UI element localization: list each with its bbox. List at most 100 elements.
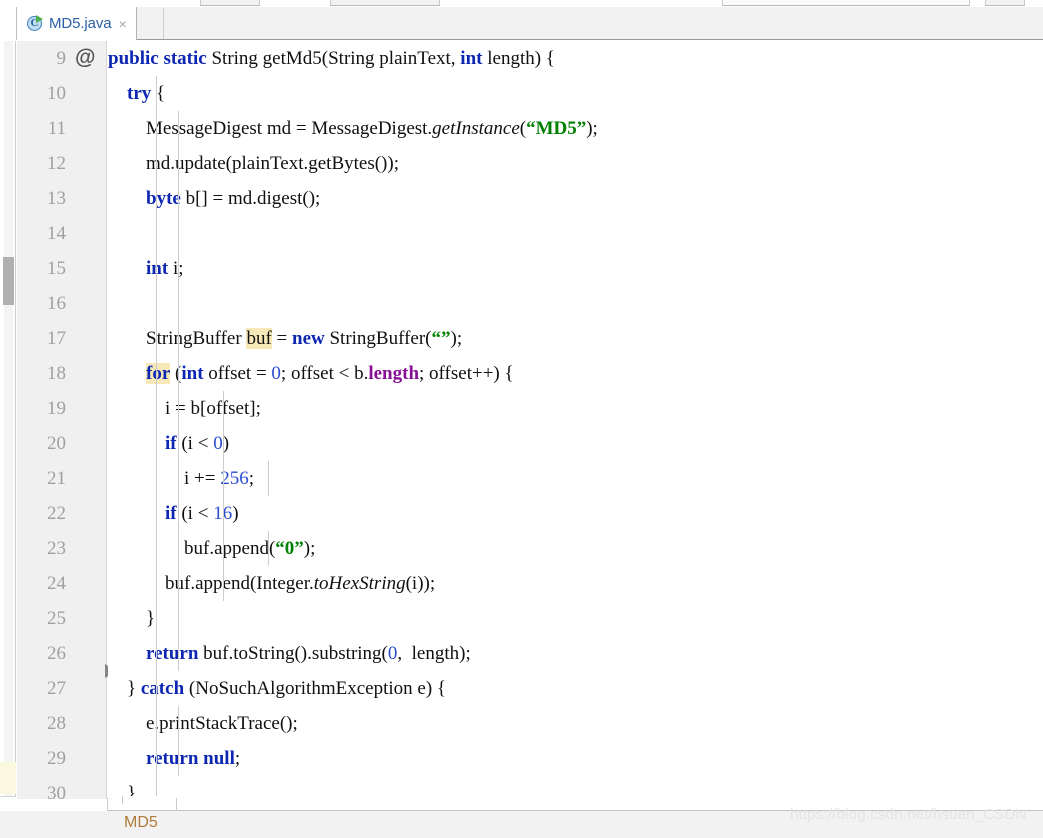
indent-guide [156,706,157,741]
code-token: “0” [275,538,304,559]
code-token: (NoSuchAlgorithmException e) { [184,678,447,699]
code-line[interactable]: return null; [108,741,1043,776]
indent-guide [156,741,157,776]
indent-guide [178,741,179,776]
java-class-runnable-icon: C [27,15,44,32]
indent-guide [156,531,157,566]
code-token: ); [303,538,316,559]
line-number: 18 [47,363,66,384]
code-token: e.printStackTrace(); [108,713,298,734]
code-token: buf [246,328,272,349]
code-line[interactable]: try { [108,76,1043,111]
code-line[interactable]: return buf.toString().substring(0, lengt… [108,636,1043,671]
code-line[interactable]: for (int offset = 0; offset < b.length; … [108,356,1043,391]
close-icon[interactable]: × [119,17,127,31]
indent-guide [223,391,224,426]
code-token: i; [168,258,184,279]
indent-guide [156,321,157,356]
indent-guide [156,671,157,706]
line-number: 14 [47,223,66,244]
line-number-column: 9 10 11 12 13 14 15 16 17 18 19 20 21 22 23 24 25 26 27 28 2… [17,41,72,811]
indent-guide [156,251,157,286]
code-line[interactable]: if (i < 0) [108,426,1043,461]
code-line[interactable]: i = b[offset]; [108,391,1043,426]
code-token: buf.append( [108,538,276,559]
indent-guide [156,286,157,321]
line-number: 15 [47,258,66,279]
code-line[interactable] [108,286,1043,321]
code-token: int [146,258,169,279]
code-line[interactable]: byte b[] = md.digest(); [108,181,1043,216]
annotation-marker-icon[interactable]: @ [75,47,95,68]
code-token: ( [170,363,182,384]
code-token: length) { [482,48,555,69]
code-canvas[interactable]: public static String getMd5(String plain… [108,41,1043,796]
code-token: ) [232,503,239,524]
vertical-scrollbar[interactable] [0,41,16,810]
toolbar-fragment-3 [722,0,970,6]
code-token: } [108,783,137,796]
code-token: “” [431,328,451,349]
code-token: StringBuffer( [324,328,432,349]
code-token: try [127,83,152,104]
indent-guide [223,566,224,601]
code-line[interactable]: buf.append(Integer.toHexString(i)); [108,566,1043,601]
editor-window: C MD5.java × 9 10 11 12 13 14 15 16 17 18 19 20 21 22… [0,0,1043,838]
tab-md5-java[interactable]: C MD5.java × [17,7,137,40]
toolbar-strip [0,0,1043,7]
editor-tab-bar: C MD5.java × [0,7,1043,40]
indent-guide [156,356,157,391]
code-token: b[] = md.digest(); [180,188,321,209]
tab-title: MD5.java [49,15,112,32]
code-line[interactable]: i += 256; [108,461,1043,496]
code-token: ; offset < b. [280,363,369,384]
watermark: https://blog.csdn.net/hsuan_CSDN [790,806,1027,823]
code-token: ); [450,328,463,349]
indent-guide [156,391,157,426]
code-token: catch [140,678,185,699]
indent-guide [156,76,157,111]
code-line[interactable]: MessageDigest md = MessageDigest.getInst… [108,111,1043,146]
indent-guide [178,531,179,566]
code-token: buf.append(Integer. [108,573,314,594]
code-line[interactable]: md.update(plainText.getBytes()); [108,146,1043,181]
code-line[interactable]: } catch (NoSuchAlgorithmException e) { [108,671,1043,706]
code-token: 0 [387,643,398,664]
status-divider-1 [107,798,108,811]
code-line[interactable] [108,216,1043,251]
code-line[interactable]: } [108,601,1043,636]
indent-guide [156,461,157,496]
code-line[interactable]: StringBuffer buf = new StringBuffer(“”); [108,321,1043,356]
indent-guide [178,391,179,426]
code-line[interactable]: if (i < 16) [108,496,1043,531]
code-line[interactable]: int i; [108,251,1043,286]
code-token: for [146,363,171,384]
indent-guide [178,496,179,531]
indent-guide [178,251,179,286]
code-line[interactable]: e.printStackTrace(); [108,706,1043,741]
code-token: return [146,643,199,664]
code-line[interactable]: public static String getMd5(String plain… [108,41,1043,76]
indent-guide [178,461,179,496]
code-line[interactable]: buf.append(“0”); [108,531,1043,566]
indent-guide [268,461,269,496]
indent-guide [268,531,269,566]
scrollbar-track[interactable] [4,41,13,810]
code-token: ); [586,118,598,139]
toolbar-fragment-2 [330,0,440,6]
scrollbar-thumb[interactable] [3,257,14,305]
indent-guide [223,461,224,496]
line-number: 25 [47,608,66,629]
breadcrumb[interactable]: MD5 [124,814,158,832]
indent-guide [156,181,157,216]
indent-guide [178,181,179,216]
code-token: , length); [397,643,471,664]
code-token: “MD5” [526,118,587,139]
code-token: buf.toString().substring( [198,643,388,664]
line-number-gutter[interactable]: 9 10 11 12 13 14 15 16 17 18 19 20 21 22 23 24 25 26 27 28 2… [17,41,131,811]
code-line[interactable]: } [108,776,1043,796]
line-number: 27 [47,678,66,699]
code-token: (i)); [405,573,436,594]
line-number: 21 [47,468,66,489]
code-token: (i < [176,503,214,524]
